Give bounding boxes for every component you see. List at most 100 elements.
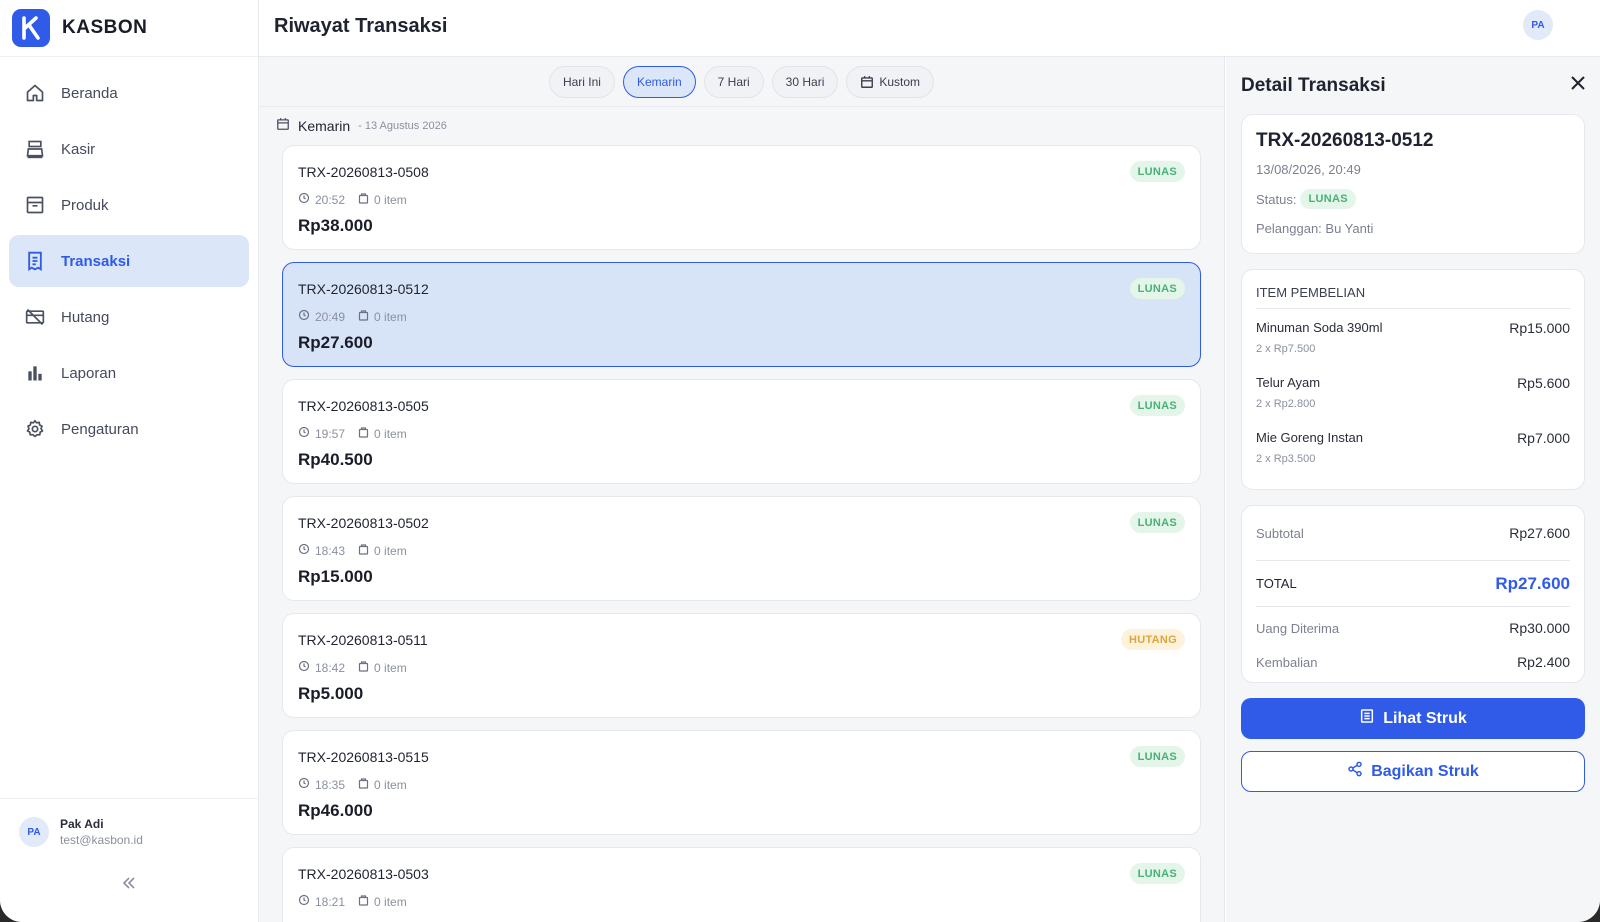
view-receipt-button[interactable]: Lihat Struk	[1241, 698, 1585, 739]
detail-customer: Pelanggan: Bu Yanti	[1256, 221, 1374, 236]
shopping-bag-icon	[358, 309, 374, 324]
receipt-icon	[24, 250, 46, 272]
transaction-card[interactable]: TRX-20260813-0515 18:35 0 item Rp46.000 …	[282, 730, 1201, 835]
transaction-time: 18:21	[315, 894, 346, 909]
credit-card-off-icon	[24, 306, 46, 328]
sidebar-item-label: Laporan	[61, 364, 117, 382]
transaction-card[interactable]: TRX-20260813-0508 20:52 0 item Rp38.000 …	[282, 145, 1201, 250]
date-group-header: Kemarin - 13 Agustus 2026	[259, 107, 1224, 145]
transaction-amount: Rp15.000	[298, 567, 373, 586]
receipt-icon	[1359, 708, 1383, 729]
item-price: Rp5.600	[1517, 375, 1570, 391]
transaction-id: TRX-20260813-0512	[298, 281, 429, 297]
transaction-amount: Rp38.000	[298, 216, 373, 235]
top-bar: Riwayat Transaksi PA	[259, 0, 1600, 57]
clock-icon	[298, 777, 315, 792]
transaction-cards: TRX-20260813-0508 20:52 0 item Rp38.000 …	[259, 145, 1224, 922]
user-profile[interactable]: PA Pak Adi test@kasbon.id	[0, 799, 258, 847]
sidebar-item-produk[interactable]: Produk	[9, 179, 249, 231]
user-name: Pak Adi	[60, 817, 104, 831]
transaction-item-count: 0 item	[374, 309, 407, 324]
sidebar-item-label: Kasir	[61, 140, 96, 158]
brand[interactable]: KASBON	[0, 0, 258, 57]
transaction-time: 19:57	[315, 426, 346, 441]
cash-register-icon	[24, 138, 46, 160]
transaction-card[interactable]: TRX-20260813-0502 18:43 0 item Rp15.000 …	[282, 496, 1201, 601]
transaction-item-count: 0 item	[374, 777, 407, 792]
sidebar-nav: Beranda Kasir Produk Transaksi Hutang La…	[0, 57, 258, 455]
filter-chip-7-hari[interactable]: 7 Hari	[703, 65, 764, 98]
filter-chip-label: Kustom	[879, 74, 921, 89]
collapse-sidebar-button[interactable]	[118, 876, 140, 894]
clock-icon	[298, 660, 315, 675]
bar-chart-icon	[24, 362, 46, 384]
detail-status-label: Status:	[1256, 191, 1297, 207]
date-filter-bar: Hari Ini Kemarin 7 Hari 30 Hari Kustom	[259, 57, 1224, 107]
subtotal-value: Rp27.600	[1509, 525, 1570, 541]
transaction-card[interactable]: TRX-20260813-0512 20:49 0 item Rp27.600 …	[282, 262, 1201, 367]
status-badge: LUNAS	[1129, 746, 1185, 767]
archive-box-icon	[24, 194, 46, 216]
status-badge: LUNAS	[1129, 395, 1185, 416]
avatar[interactable]: PA	[1523, 10, 1553, 40]
double-chevron-left-icon	[122, 876, 136, 894]
item-qty: 2 x Rp3.500	[1256, 453, 1316, 465]
sidebar-item-beranda[interactable]: Beranda	[9, 67, 249, 119]
filter-chip-hari-ini[interactable]: Hari Ini	[548, 65, 615, 98]
shopping-bag-icon	[358, 426, 374, 441]
sidebar-item-transaksi[interactable]: Transaksi	[9, 235, 249, 287]
detail-title: Detail Transaksi	[1241, 74, 1386, 96]
detail-transaction-id: TRX-20260813-0512	[1256, 130, 1434, 151]
share-icon	[1347, 761, 1371, 782]
page-title: Riwayat Transaksi	[274, 15, 448, 37]
clock-icon	[298, 426, 315, 441]
transaction-time: 20:49	[315, 309, 346, 324]
transaction-list-panel: Hari Ini Kemarin 7 Hari 30 Hari Kustom K…	[259, 57, 1225, 922]
transaction-amount: Rp27.600	[298, 333, 373, 352]
transaction-card[interactable]: TRX-20260813-0503 18:21 0 item LUNAS	[282, 847, 1201, 922]
sidebar-item-hutang[interactable]: Hutang	[9, 291, 249, 343]
close-detail-button[interactable]	[1570, 75, 1588, 93]
close-icon	[1570, 76, 1586, 95]
sidebar-item-laporan[interactable]: Laporan	[9, 347, 249, 399]
item-price: Rp7.000	[1517, 430, 1570, 446]
shopping-bag-icon	[358, 543, 374, 558]
status-badge: LUNAS	[1129, 278, 1185, 299]
shopping-bag-icon	[358, 192, 374, 207]
transaction-item-count: 0 item	[374, 660, 407, 675]
list-item: Telur Ayam 2 x Rp2.800 Rp5.600	[1256, 364, 1570, 419]
detail-datetime: 13/08/2026, 20:49	[1256, 162, 1361, 177]
avatar: PA	[19, 817, 49, 847]
change-value: Rp2.400	[1517, 654, 1570, 670]
sidebar-item-kasir[interactable]: Kasir	[9, 123, 249, 175]
home-icon	[24, 82, 46, 104]
list-item: Mie Goreng Instan 2 x Rp3.500 Rp7.000	[1256, 419, 1570, 474]
clock-icon	[298, 309, 315, 324]
view-receipt-label: Lihat Struk	[1383, 709, 1467, 727]
transaction-id: TRX-20260813-0502	[298, 515, 429, 531]
transaction-card[interactable]: TRX-20260813-0505 19:57 0 item Rp40.500 …	[282, 379, 1201, 484]
total-row: TOTAL Rp27.600	[1256, 561, 1570, 607]
change-row: Kembalian Rp2.400	[1256, 645, 1570, 679]
sidebar-item-label: Beranda	[61, 84, 118, 102]
detail-summary-card: TRX-20260813-0512 13/08/2026, 20:49 Stat…	[1241, 114, 1585, 254]
filter-chip-30-hari[interactable]: 30 Hari	[771, 65, 839, 98]
sidebar-item-label: Pengaturan	[61, 420, 139, 438]
calendar-icon	[860, 75, 874, 89]
change-label: Kembalian	[1256, 654, 1318, 670]
share-receipt-label: Bagikan Struk	[1371, 762, 1479, 780]
transaction-time: 18:35	[315, 777, 346, 792]
subtotal-label: Subtotal	[1256, 525, 1304, 541]
calendar-icon	[276, 117, 290, 136]
shopping-bag-icon	[358, 777, 374, 792]
clock-icon	[298, 192, 315, 207]
share-receipt-button[interactable]: Bagikan Struk	[1241, 751, 1585, 792]
sidebar-item-pengaturan[interactable]: Pengaturan	[9, 403, 249, 455]
item-price: Rp15.000	[1509, 320, 1570, 336]
transaction-card[interactable]: TRX-20260813-0511 18:42 0 item Rp5.000 H…	[282, 613, 1201, 718]
filter-chip-kemarin[interactable]: Kemarin	[622, 65, 696, 98]
filter-chip-kustom[interactable]: Kustom	[846, 65, 935, 98]
status-badge: LUNAS	[1129, 863, 1185, 884]
sidebar: KASBON Beranda Kasir Produk Transaksi Hu…	[0, 0, 259, 922]
transaction-time: 18:43	[315, 543, 346, 558]
